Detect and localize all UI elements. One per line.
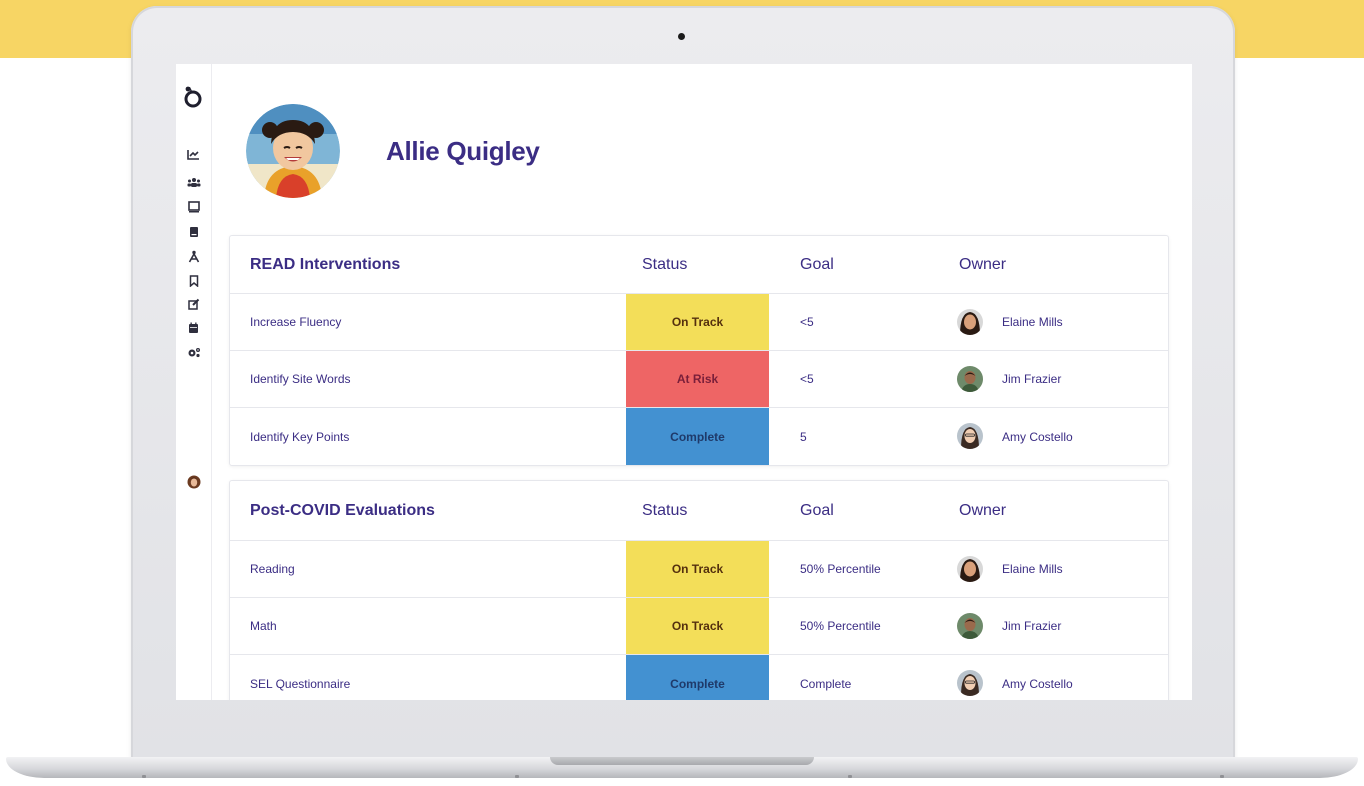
status-badge: Complete [626,655,769,700]
student-avatar [246,104,340,198]
evaluation-name: Math [250,619,277,633]
settings-icon[interactable] [176,342,211,362]
edit-icon[interactable] [176,294,211,314]
owner-avatar [957,613,983,639]
owner-avatar [957,366,983,392]
sidebar [176,64,212,700]
column-header-status: Status [642,255,688,273]
table-title: READ Interventions [250,255,401,273]
post-covid-evaluations-table: Post-COVID Evaluations Status Goal Owner… [229,480,1169,700]
app-logo-icon[interactable] [180,84,206,110]
goal-value: 50% Percentile [800,562,881,576]
owner-name: Elaine Mills [1002,315,1063,329]
student-name: Allie Quigley [386,136,540,166]
laptop-foot [515,775,519,778]
intervention-name: Identify Site Words [250,372,351,386]
owner-avatar [957,423,983,449]
status-badge: On Track [626,541,769,597]
table-row[interactable]: Identify Key Points Complete 5 Amy Coste… [230,407,1168,465]
column-header-goal: Goal [800,255,834,273]
status-badge: Complete [626,408,769,465]
chart-icon[interactable] [176,144,211,164]
status-badge: On Track [626,598,769,654]
owner-avatar [957,309,983,335]
users-icon[interactable] [176,172,211,192]
intervention-name: Identify Key Points [250,429,350,444]
table-row[interactable]: SEL Questionnaire Complete Complete Amy … [230,654,1168,700]
goal-value: <5 [800,315,814,329]
intervention-name: Increase Fluency [250,315,342,329]
table-row[interactable]: Math On Track 50% Percentile Jim Frazier [230,597,1168,654]
table-row[interactable]: Reading On Track 50% Percentile Elaine M… [230,540,1168,597]
column-header-status: Status [642,501,688,519]
evaluation-name: Reading [250,562,295,576]
book-icon[interactable] [176,222,211,242]
laptop-notch [550,757,814,765]
goal-value: 50% Percentile [800,619,881,633]
calendar-icon[interactable] [176,318,211,338]
owner-avatar [957,670,983,696]
laptop-foot [1220,775,1224,778]
goal-value: <5 [800,372,814,386]
laptop-foot [848,775,852,778]
owner-name: Elaine Mills [1002,562,1063,576]
read-interventions-table: READ Interventions Status Goal Owner Inc… [229,235,1169,466]
goal-value: Complete [800,676,852,691]
table-row[interactable]: Increase Fluency On Track <5 Elaine Mill… [230,293,1168,350]
app-screen: Allie Quigley READ Interventions Status … [176,64,1192,700]
owner-name: Jim Frazier [1002,619,1062,633]
owner-name: Amy Costello [1002,676,1073,691]
table-row[interactable]: Identify Site Words At Risk <5 Jim Frazi… [230,350,1168,407]
compass-icon[interactable] [176,246,211,266]
column-header-owner: Owner [959,255,1007,273]
laptop-camera [678,33,685,40]
user-avatar[interactable] [176,472,211,492]
owner-avatar [957,556,983,582]
owner-name: Amy Costello [1002,429,1073,444]
table-title: Post-COVID Evaluations [250,501,435,519]
table-header: Post-COVID Evaluations Status Goal Owner [230,481,1168,540]
table-header: READ Interventions Status Goal Owner [230,236,1168,293]
status-badge: On Track [626,294,769,350]
status-badge: At Risk [626,351,769,407]
evaluation-name: SEL Questionnaire [250,676,351,691]
laptop-foot [142,775,146,778]
monitor-icon[interactable] [176,197,211,217]
goal-value: 5 [800,429,807,444]
owner-name: Jim Frazier [1002,372,1062,386]
column-header-owner: Owner [959,501,1007,519]
column-header-goal: Goal [800,501,834,519]
bookmark-icon[interactable] [176,271,211,291]
